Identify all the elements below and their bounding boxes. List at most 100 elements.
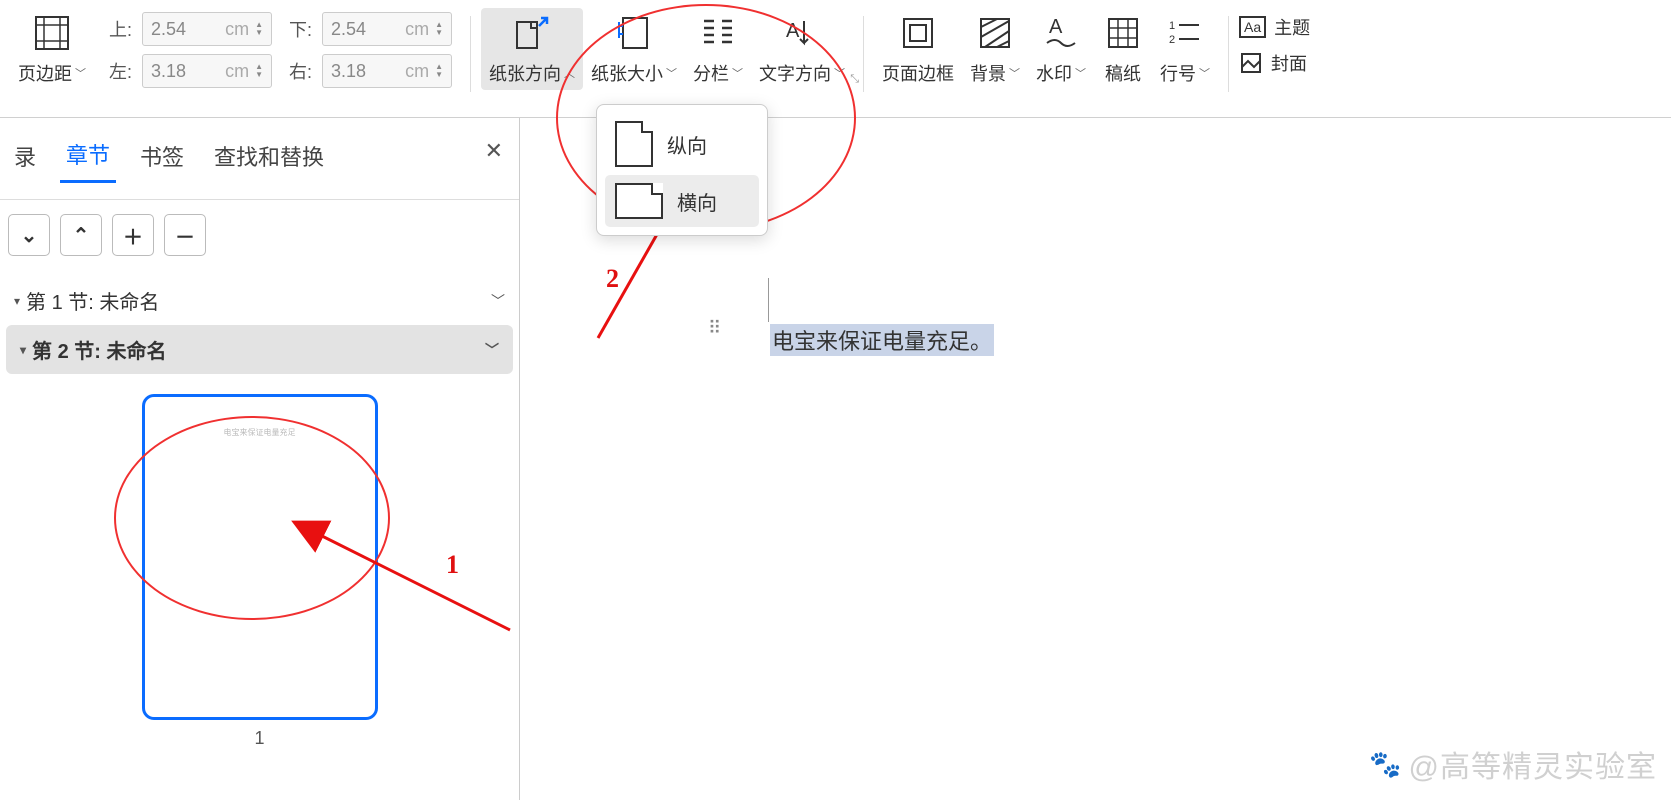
margin-right-input[interactable]: 3.18cm▲▼ xyxy=(322,54,452,88)
thumb-preview-text: 电宝来保证电量充足 xyxy=(224,427,296,438)
margins-button[interactable]: 页边距﹀ xyxy=(10,8,94,90)
tab-find-replace[interactable]: 查找和替换 xyxy=(208,136,330,182)
watermark-label: 水印 xyxy=(1036,60,1072,86)
spinner-icon[interactable]: ▲▼ xyxy=(255,63,263,79)
page-margin-line xyxy=(768,278,769,322)
columns-label: 分栏 xyxy=(693,60,729,86)
collapse-button[interactable]: ⌄ xyxy=(8,214,50,256)
spinner-icon[interactable]: ▲▼ xyxy=(435,21,443,37)
navigation-panel: 录 章节 书签 查找和替换 ✕ ⌄ ⌃ ＋ － ▾ 第 1 节: 未命名 ﹀ ▾… xyxy=(0,118,520,800)
columns-button[interactable]: 分栏﹀ xyxy=(685,8,751,90)
text-dir-icon: A xyxy=(781,12,823,54)
margins-inputs: 上: 2.54cm▲▼ 下: 2.54cm▲▼ 左: 3.18cm▲▼ 右: 3… xyxy=(94,8,460,92)
chevron-down-icon: ﹀ xyxy=(1199,65,1210,81)
remove-button[interactable]: － xyxy=(164,214,206,256)
chevron-down-icon: ﹀ xyxy=(1075,65,1086,81)
section-list: ▾ 第 1 节: 未命名 ﹀ ▾ 第 2 节: 未命名 ﹀ xyxy=(0,270,519,380)
watermark-button[interactable]: A 水印﹀ xyxy=(1028,8,1094,90)
expand-button[interactable]: ⌃ xyxy=(60,214,102,256)
divider xyxy=(863,16,864,92)
theme-button[interactable]: Aa 主题 xyxy=(1239,14,1310,40)
tab-toc[interactable]: 录 xyxy=(8,136,42,182)
line-num-label: 行号 xyxy=(1160,60,1196,86)
tab-bookmark[interactable]: 书签 xyxy=(134,136,190,182)
landscape-label: 横向 xyxy=(677,187,717,216)
line-num-button[interactable]: 12 行号﹀ xyxy=(1152,8,1218,90)
ribbon-toolbar: 页边距﹀ 上: 2.54cm▲▼ 下: 2.54cm▲▼ 左: 3.18cm▲▼… xyxy=(0,0,1671,118)
svg-text:2: 2 xyxy=(1169,34,1175,46)
portrait-label: 纵向 xyxy=(667,130,707,159)
svg-text:A: A xyxy=(786,20,800,42)
border-button[interactable]: 页面边框 xyxy=(874,8,962,90)
landscape-option[interactable]: 横向 xyxy=(605,175,759,227)
dialog-launcher-icon[interactable]: ⤡ xyxy=(850,73,859,86)
cover-button[interactable]: 封面 xyxy=(1239,50,1310,76)
orientation-label: 纸张方向 xyxy=(489,60,561,86)
border-icon xyxy=(897,12,939,54)
triangle-icon: ▾ xyxy=(20,343,26,357)
orientation-dropdown: 纵向 横向 xyxy=(596,104,768,236)
watermark-icon: A xyxy=(1040,12,1082,54)
chevron-down-icon: ﹀ xyxy=(732,65,743,81)
size-icon xyxy=(613,12,655,54)
chevron-down-icon[interactable]: ﹀ xyxy=(485,340,499,360)
tab-chapter[interactable]: 章节 xyxy=(60,134,116,183)
genko-label: 稿纸 xyxy=(1105,60,1141,86)
text-dir-label: 文字方向 xyxy=(759,60,831,86)
background-button[interactable]: 背景﹀ xyxy=(962,8,1028,90)
image-watermark: 🐾 @高等精灵实验室 xyxy=(1369,742,1657,786)
spinner-icon[interactable]: ▲▼ xyxy=(255,21,263,37)
spinner-icon[interactable]: ▲▼ xyxy=(435,63,443,79)
section-item-1[interactable]: ▾ 第 1 节: 未命名 ﹀ xyxy=(0,276,519,325)
triangle-icon: ▾ xyxy=(14,294,20,308)
close-panel-button[interactable]: ✕ xyxy=(485,138,503,164)
margin-left-label: 左: xyxy=(102,58,132,84)
margin-bottom-input[interactable]: 2.54cm▲▼ xyxy=(322,12,452,46)
panel-toolbar: ⌄ ⌃ ＋ － xyxy=(0,200,519,270)
background-label: 背景 xyxy=(970,60,1006,86)
add-button[interactable]: ＋ xyxy=(112,214,154,256)
cover-label: 封面 xyxy=(1271,50,1307,76)
section-label: 第 2 节: 未命名 xyxy=(32,335,166,364)
drag-handle-icon[interactable]: ⠿ xyxy=(708,323,724,333)
theme-label: 主题 xyxy=(1274,14,1310,40)
section-label: 第 1 节: 未命名 xyxy=(26,286,159,315)
thumbnail-number: 1 xyxy=(254,728,264,749)
page-thumbnail[interactable]: 电宝来保证电量充足 xyxy=(142,394,378,720)
portrait-page-icon xyxy=(615,121,653,167)
columns-icon xyxy=(697,12,739,54)
landscape-page-icon xyxy=(615,183,663,219)
document-selected-text[interactable]: 电宝来保证电量充足。 xyxy=(770,324,994,356)
svg-text:1: 1 xyxy=(1169,20,1175,32)
chevron-down-icon: ﹀ xyxy=(1009,65,1020,81)
margin-top-label: 上: xyxy=(102,16,132,42)
margin-bottom-label: 下: xyxy=(282,16,312,42)
panel-tabs: 录 章节 书签 查找和替换 ✕ xyxy=(0,118,519,200)
portrait-option[interactable]: 纵向 xyxy=(605,113,759,175)
size-label: 纸张大小 xyxy=(591,60,663,86)
size-button[interactable]: 纸张大小﹀ xyxy=(583,8,685,90)
margin-left-input[interactable]: 3.18cm▲▼ xyxy=(142,54,272,88)
line-num-icon: 12 xyxy=(1164,12,1206,54)
margin-top-input[interactable]: 2.54cm▲▼ xyxy=(142,12,272,46)
text-dir-button[interactable]: A 文字方向﹀ ⤡ xyxy=(751,8,853,90)
genko-button[interactable]: 稿纸 xyxy=(1094,8,1152,90)
background-icon xyxy=(974,12,1016,54)
chevron-down-icon: ﹀ xyxy=(666,65,677,81)
genko-icon xyxy=(1102,12,1144,54)
cover-icon xyxy=(1239,51,1263,75)
orientation-button[interactable]: 纸张方向︿ xyxy=(481,8,583,90)
chevron-down-icon: ﹀ xyxy=(834,65,845,81)
divider xyxy=(470,16,471,92)
margins-icon xyxy=(31,12,73,54)
orientation-icon xyxy=(511,12,553,54)
paw-icon: 🐾 xyxy=(1369,749,1402,780)
watermark-text: @高等精灵实验室 xyxy=(1409,742,1657,786)
divider xyxy=(1228,16,1229,92)
thumbnail-area: 电宝来保证电量充足 1 xyxy=(0,394,519,749)
chevron-down-icon[interactable]: ﹀ xyxy=(491,291,505,311)
margins-label: 页边距 xyxy=(18,60,72,86)
chevron-up-icon: ︿ xyxy=(564,65,575,81)
svg-text:A: A xyxy=(1049,16,1063,38)
section-item-2[interactable]: ▾ 第 2 节: 未命名 ﹀ xyxy=(6,325,513,374)
